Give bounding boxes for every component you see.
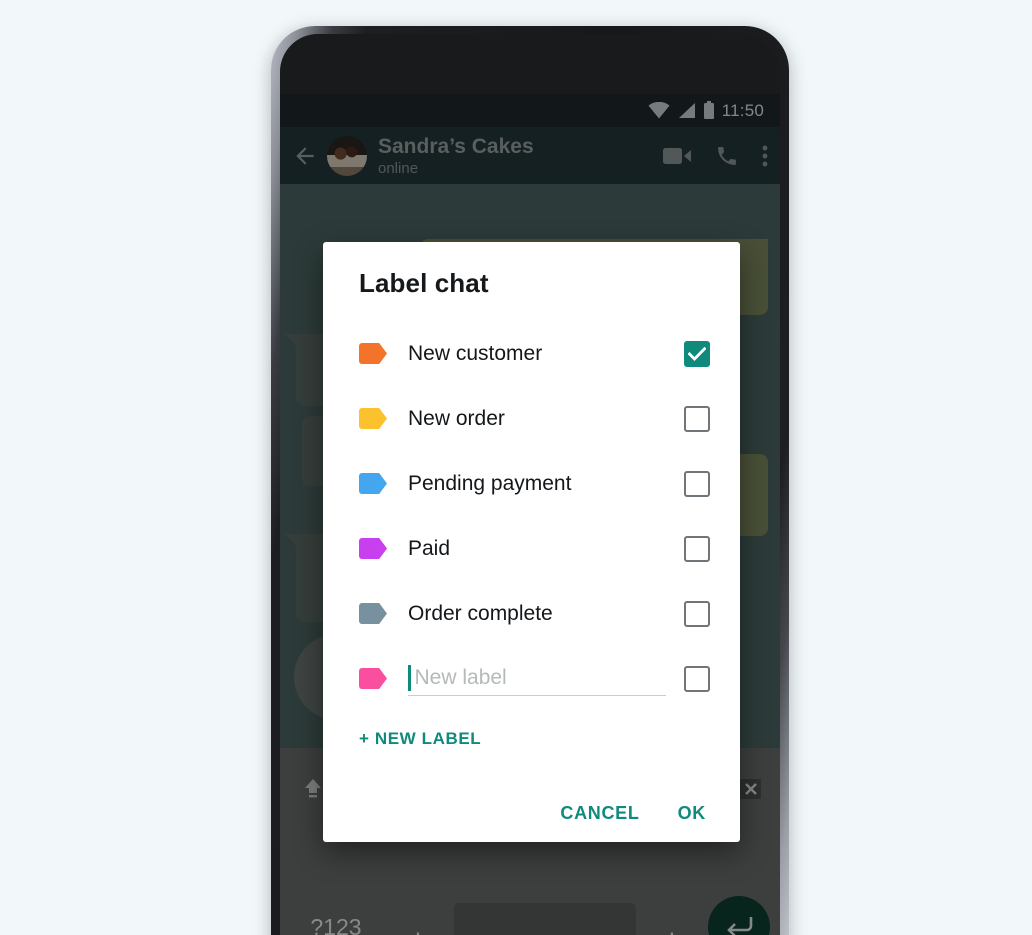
label-row-new[interactable]	[359, 646, 710, 711]
label-row-order-complete[interactable]: Order complete	[359, 581, 710, 646]
label-checkbox[interactable]	[684, 340, 710, 367]
label-tag-icon	[359, 408, 387, 429]
label-tag-icon	[359, 538, 387, 559]
cancel-button[interactable]: CANCEL	[560, 803, 639, 824]
label-row-pending-payment[interactable]: Pending payment	[359, 451, 710, 516]
label-chat-dialog: Label chat New customer New order Pendin…	[323, 242, 740, 842]
label-list: New customer New order Pending payment P…	[359, 321, 710, 711]
dialog-actions: CANCEL OK	[359, 803, 710, 842]
label-name: New order	[408, 406, 505, 430]
label-checkbox[interactable]	[684, 535, 710, 562]
label-name: Pending payment	[408, 471, 572, 495]
label-name: Paid	[408, 536, 451, 560]
label-name: Order complete	[408, 601, 553, 625]
label-checkbox[interactable]	[684, 470, 710, 497]
label-row-paid[interactable]: Paid	[359, 516, 710, 581]
dialog-title: Label chat	[359, 268, 489, 298]
ok-button[interactable]: OK	[678, 803, 706, 824]
new-label-field[interactable]	[408, 662, 666, 696]
label-checkbox[interactable]	[684, 665, 710, 692]
label-tag-icon	[359, 603, 387, 624]
screenshot-stage: 11:50 Sandra’s Cakes online ?123 , . Lab…	[0, 0, 1032, 935]
label-tag-icon	[359, 473, 387, 494]
new-label-input[interactable]	[410, 663, 666, 693]
label-name: New customer	[408, 341, 543, 365]
label-checkbox[interactable]	[684, 405, 710, 432]
label-checkbox[interactable]	[684, 600, 710, 627]
add-new-label-button[interactable]: + NEW LABEL	[359, 729, 481, 749]
label-row-new-order[interactable]: New order	[359, 386, 710, 451]
label-tag-icon	[359, 668, 387, 689]
label-row-new-customer[interactable]: New customer	[359, 321, 710, 386]
label-tag-icon	[359, 343, 387, 364]
